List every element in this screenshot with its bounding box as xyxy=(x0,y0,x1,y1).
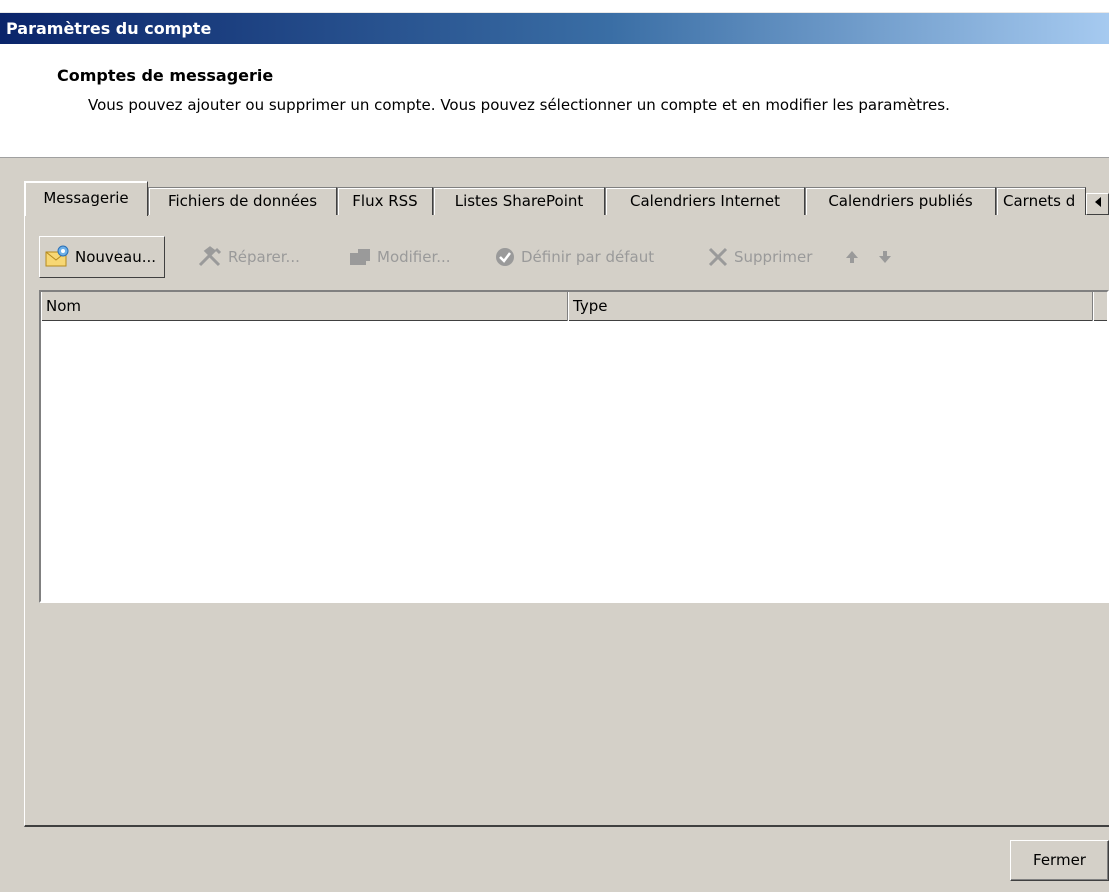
column-header-extra[interactable] xyxy=(1093,292,1109,321)
tab-label: Carnets d xyxy=(1003,192,1076,210)
tab-calendriers-internet[interactable]: Calendriers Internet xyxy=(605,187,805,215)
tab-flux-rss[interactable]: Flux RSS xyxy=(337,187,433,215)
tab-carnets[interactable]: Carnets d xyxy=(996,187,1086,215)
header-description: Vous pouvez ajouter ou supprimer un comp… xyxy=(88,96,950,114)
move-up-button[interactable] xyxy=(844,236,865,278)
tab-label: Listes SharePoint xyxy=(454,192,584,210)
new-mail-icon xyxy=(45,245,69,267)
scroll-left-icon xyxy=(1094,197,1101,207)
dialog-header: Comptes de messagerie Vous pouvez ajoute… xyxy=(0,44,1109,158)
tab-listes-sharepoint[interactable]: Listes SharePoint xyxy=(433,187,605,215)
background-window-strip xyxy=(0,0,1109,13)
modify-icon xyxy=(350,249,370,265)
repair-button[interactable]: Réparer... xyxy=(197,236,300,278)
delete-button-label: Supprimer xyxy=(734,248,813,266)
modify-button[interactable]: Modifier... xyxy=(348,236,451,278)
check-circle-icon xyxy=(496,248,514,266)
tab-label: Fichiers de données xyxy=(167,192,318,210)
tab-fichiers-de-donnees[interactable]: Fichiers de données xyxy=(148,187,337,215)
window-title: Paramètres du compte xyxy=(0,13,1109,44)
accounts-list[interactable]: Nom Type xyxy=(39,290,1109,603)
tab-label: Flux RSS xyxy=(352,192,418,210)
repair-button-label: Réparer... xyxy=(228,248,300,266)
tab-label: Calendriers Internet xyxy=(630,192,780,210)
move-down-button[interactable] xyxy=(877,236,898,278)
column-header-name[interactable]: Nom xyxy=(41,292,568,321)
tab-label: Messagerie xyxy=(43,189,129,207)
close-button[interactable]: Fermer xyxy=(1010,840,1109,881)
arrow-up-icon xyxy=(846,251,858,263)
column-header-type[interactable]: Type xyxy=(568,292,1093,321)
set-default-button-label: Définir par défaut xyxy=(521,248,655,266)
tab-messagerie[interactable]: Messagerie xyxy=(24,181,148,216)
list-header: Nom Type xyxy=(41,292,1109,321)
header-title: Comptes de messagerie xyxy=(57,66,274,85)
new-button[interactable]: Nouveau... xyxy=(39,236,166,278)
modify-button-label: Modifier... xyxy=(377,248,451,266)
tools-icon xyxy=(198,246,222,267)
new-button-label: Nouveau... xyxy=(75,248,157,266)
toolbar: Nouveau... Réparer... Modifier... Défini… xyxy=(39,236,1109,280)
delete-x-icon xyxy=(708,247,728,267)
arrow-down-icon xyxy=(879,251,891,263)
tab-calendriers-publies[interactable]: Calendriers publiés xyxy=(805,187,996,215)
tab-strip: Messagerie Fichiers de données Flux RSS … xyxy=(24,181,1109,216)
set-default-button[interactable]: Définir par défaut xyxy=(494,236,654,278)
delete-button[interactable]: Supprimer xyxy=(707,236,812,278)
tab-label: Calendriers publiés xyxy=(828,192,973,210)
tab-scroll-left-button[interactable] xyxy=(1086,193,1109,215)
